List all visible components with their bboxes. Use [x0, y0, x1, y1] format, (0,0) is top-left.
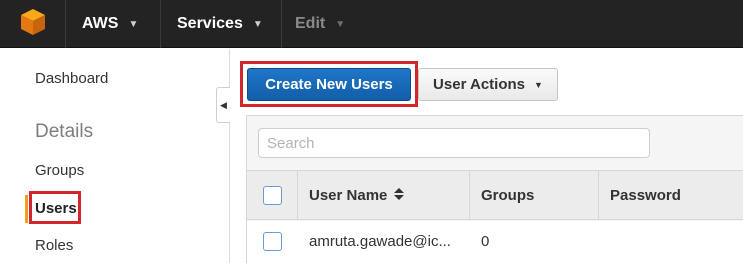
- sidebar-heading-details: Details: [35, 121, 94, 142]
- user-name-cell[interactable]: amruta.gawade@ic...: [309, 221, 451, 261]
- collapse-sidebar-button[interactable]: ◀: [216, 87, 230, 123]
- sidebar-item-dashboard[interactable]: Dashboard: [35, 70, 108, 87]
- table-row[interactable]: amruta.gawade@ic... 0: [247, 221, 743, 263]
- column-header-groups[interactable]: Groups: [481, 171, 534, 219]
- edit-menu-label: Edit: [295, 15, 326, 32]
- chevron-down-icon: ▼: [128, 18, 139, 30]
- chevron-left-icon: ◀: [220, 99, 227, 110]
- sort-icon: [394, 187, 405, 203]
- nav-divider: [160, 0, 161, 48]
- column-divider: [297, 171, 298, 219]
- select-all-checkbox[interactable]: [262, 185, 282, 205]
- create-new-users-button[interactable]: Create New Users: [247, 68, 411, 101]
- table-header: User Name Groups Password: [247, 170, 743, 220]
- user-actions-button[interactable]: User Actions ▼: [418, 68, 558, 101]
- aws-cube-icon: [18, 7, 48, 42]
- services-menu-label: Services: [177, 15, 243, 32]
- highlight-box-users: [29, 191, 81, 224]
- aws-logo[interactable]: [0, 0, 66, 48]
- chevron-down-icon: ▼: [252, 18, 263, 30]
- groups-cell: 0: [481, 232, 490, 250]
- aws-menu[interactable]: AWS ▼: [82, 0, 138, 48]
- column-header-password[interactable]: Password: [610, 171, 681, 219]
- top-navigation-bar: AWS ▼ Services ▼ Edit ▼: [0, 0, 743, 48]
- chevron-down-icon: ▼: [335, 18, 346, 30]
- column-divider: [598, 171, 599, 219]
- active-indicator: [25, 195, 28, 223]
- sidebar-divider: [229, 49, 230, 263]
- sidebar-item-groups[interactable]: Groups: [35, 162, 84, 179]
- column-header-user-name[interactable]: User Name: [309, 171, 405, 219]
- edit-menu[interactable]: Edit ▼: [295, 0, 345, 48]
- column-divider: [469, 171, 470, 219]
- row-checkbox[interactable]: [262, 231, 282, 251]
- user-name-header-label: User Name: [309, 186, 388, 204]
- row-select-cell: [247, 221, 297, 261]
- search-input[interactable]: [258, 128, 650, 158]
- aws-menu-label: AWS: [82, 15, 119, 32]
- chevron-down-icon: ▼: [534, 79, 543, 90]
- user-actions-label: User Actions: [433, 76, 526, 93]
- sidebar: Dashboard Details Groups Users Roles: [0, 49, 216, 263]
- services-menu[interactable]: Services ▼: [177, 0, 263, 48]
- select-all-cell: [247, 171, 297, 219]
- sidebar-item-roles[interactable]: Roles: [35, 237, 73, 254]
- nav-divider: [281, 0, 282, 48]
